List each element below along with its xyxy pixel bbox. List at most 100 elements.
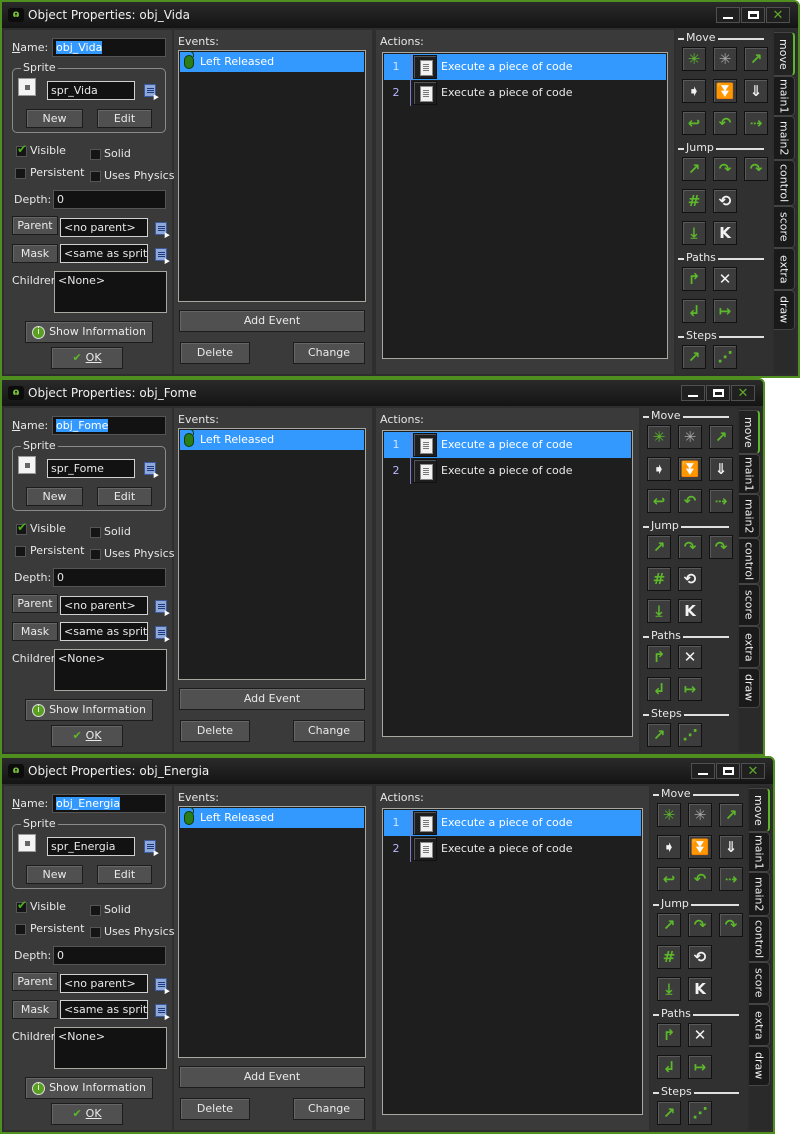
actions-list[interactable]: 1 Execute a piece of code 2 Execute a piece… [382, 808, 643, 1115]
set-friction-button[interactable]: ⇢ [709, 489, 733, 513]
jump-to-position-button[interactable]: ↗ [682, 157, 706, 181]
move-towards-button[interactable]: ↗ [709, 425, 733, 449]
delete-event-button[interactable]: Delete [180, 720, 250, 742]
jump-to-start-button[interactable]: ↷ [688, 913, 712, 937]
tab-draw[interactable]: draw [749, 1046, 770, 1086]
end-path-button[interactable]: ✕ [678, 645, 702, 669]
change-event-button[interactable]: Change [293, 720, 365, 742]
add-event-button[interactable]: Add Event [179, 688, 365, 710]
sprite-input[interactable]: spr_Energia [47, 837, 135, 856]
action-item[interactable]: 2 Execute a piece of code [384, 80, 666, 106]
jump-to-start-button[interactable]: ↷ [678, 535, 702, 559]
solid-checkbox[interactable] [90, 527, 101, 538]
set-gravity-button[interactable]: ⇓ [709, 457, 733, 481]
reverse-vertical-button[interactable]: ↶ [678, 489, 702, 513]
step-avoiding-button[interactable]: ⋰ [678, 723, 702, 747]
tab-main1[interactable]: main1 [739, 454, 760, 494]
move-free-button[interactable]: ✳ [688, 803, 712, 827]
path-speed-button[interactable]: ↦ [713, 299, 737, 323]
mask-input[interactable]: <same as sprite> [60, 244, 148, 263]
step-avoiding-button[interactable]: ⋰ [688, 1101, 712, 1125]
close-button[interactable]: ✕ [731, 385, 755, 401]
move-fixed-button[interactable]: ✳ [657, 803, 681, 827]
events-list[interactable]: Left Released [178, 428, 366, 680]
depth-input[interactable]: 0 [53, 946, 166, 965]
action-item[interactable]: 1 Execute a piece of code [384, 432, 631, 458]
maximize-button[interactable] [716, 763, 740, 779]
title-bar[interactable]: ɷ Object Properties: obj_Fome ✕ [2, 380, 763, 406]
reverse-horizontal-button[interactable]: ↩ [657, 867, 681, 891]
depth-input[interactable]: 0 [53, 190, 166, 209]
sprite-picker-icon[interactable] [144, 84, 156, 97]
parent-picker-icon[interactable] [155, 600, 167, 613]
parent-button[interactable]: Parent [12, 594, 58, 613]
jump-to-random-button[interactable]: ↷ [709, 535, 733, 559]
set-path-button[interactable]: ↱ [657, 1023, 681, 1047]
minimize-button[interactable] [681, 385, 705, 401]
step-towards-button[interactable]: ↗ [657, 1101, 681, 1125]
actions-list[interactable]: 1 Execute a piece of code 2 Execute a piece… [382, 430, 633, 737]
parent-input[interactable]: <no parent> [60, 218, 148, 237]
parent-picker-icon[interactable] [155, 222, 167, 235]
close-button[interactable]: ✕ [741, 763, 765, 779]
mask-picker-icon[interactable] [155, 1004, 167, 1017]
jump-to-random-button[interactable]: ↷ [744, 157, 768, 181]
step-avoiding-button[interactable]: ⋰ [713, 345, 737, 369]
jump-to-position-button[interactable]: ↗ [657, 913, 681, 937]
snap-to-grid-button[interactable]: # [647, 567, 671, 591]
tab-main2[interactable]: main2 [739, 494, 760, 538]
maximize-button[interactable] [706, 385, 730, 401]
speed-vertical-button[interactable]: ⏬ [678, 457, 702, 481]
tab-extra[interactable]: extra [774, 248, 795, 290]
mask-input[interactable]: <same as sprite> [60, 622, 148, 641]
end-path-button[interactable]: ✕ [688, 1023, 712, 1047]
move-towards-button[interactable]: ↗ [744, 47, 768, 71]
edit-sprite-button[interactable]: Edit [97, 109, 152, 128]
set-path-button[interactable]: ↱ [647, 645, 671, 669]
mask-input[interactable]: <same as sprite> [60, 1000, 148, 1019]
tab-main2[interactable]: main2 [774, 116, 795, 160]
jump-to-random-button[interactable]: ↷ [719, 913, 743, 937]
add-event-button[interactable]: Add Event [179, 1066, 365, 1088]
set-path-button[interactable]: ↱ [682, 267, 706, 291]
jump-to-position-button[interactable]: ↗ [647, 535, 671, 559]
tab-main2[interactable]: main2 [749, 872, 770, 916]
events-list[interactable]: Left Released [178, 806, 366, 1058]
action-item[interactable]: 2 Execute a piece of code [384, 836, 641, 862]
set-gravity-button[interactable]: ⇓ [744, 79, 768, 103]
speed-vertical-button[interactable]: ⏬ [688, 835, 712, 859]
children-list[interactable]: <None> [54, 649, 167, 691]
reverse-vertical-button[interactable]: ↶ [688, 867, 712, 891]
event-item-left-released[interactable]: Left Released [180, 51, 364, 72]
add-event-button[interactable]: Add Event [179, 310, 365, 332]
tab-score[interactable]: score [749, 962, 770, 1004]
persistent-checkbox[interactable] [15, 924, 26, 935]
change-event-button[interactable]: Change [293, 342, 365, 364]
parent-button[interactable]: Parent [12, 216, 58, 235]
sprite-input[interactable]: spr_Fome [47, 459, 135, 478]
new-sprite-button[interactable]: New [26, 487, 83, 506]
mask-button[interactable]: Mask [12, 622, 58, 641]
name-input[interactable]: obj_Vida [52, 38, 166, 57]
minimize-button[interactable] [691, 763, 715, 779]
visible-checkbox[interactable] [16, 142, 27, 157]
tab-extra[interactable]: extra [739, 626, 760, 668]
mask-picker-icon[interactable] [155, 626, 167, 639]
bounce-button[interactable]: K [688, 977, 712, 1001]
actions-list[interactable]: 1 Execute a piece of code 2 Execute a piece… [382, 52, 668, 359]
parent-input[interactable]: <no parent> [60, 596, 148, 615]
tab-score[interactable]: score [774, 206, 795, 248]
minimize-button[interactable] [716, 7, 740, 23]
children-list[interactable]: <None> [54, 1027, 167, 1069]
wrap-screen-button[interactable]: ⟲ [678, 567, 702, 591]
delete-event-button[interactable]: Delete [180, 342, 250, 364]
tab-main1[interactable]: main1 [749, 832, 770, 872]
path-position-button[interactable]: ↲ [647, 677, 671, 701]
move-to-contact-button[interactable]: ⤓ [682, 221, 706, 245]
name-input[interactable]: obj_Fome [52, 416, 166, 435]
action-item[interactable]: 1 Execute a piece of code [384, 810, 641, 836]
new-sprite-button[interactable]: New [26, 865, 83, 884]
title-bar[interactable]: ɷ Object Properties: obj_Energia ✕ [2, 758, 773, 784]
delete-event-button[interactable]: Delete [180, 1098, 250, 1120]
mask-button[interactable]: Mask [12, 1000, 58, 1019]
